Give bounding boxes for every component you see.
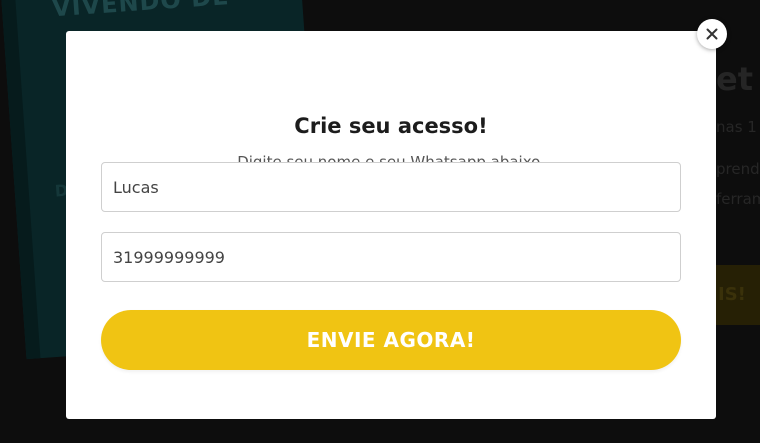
signup-modal: Crie seu acesso! Digite seu nome e seu W…: [66, 31, 716, 419]
close-icon: [706, 28, 718, 40]
name-input[interactable]: [101, 162, 681, 212]
whatsapp-input[interactable]: [101, 232, 681, 282]
submit-button[interactable]: ENVIE AGORA!: [101, 310, 681, 370]
modal-title: Crie seu acesso!: [294, 114, 488, 138]
close-button[interactable]: [697, 19, 727, 49]
